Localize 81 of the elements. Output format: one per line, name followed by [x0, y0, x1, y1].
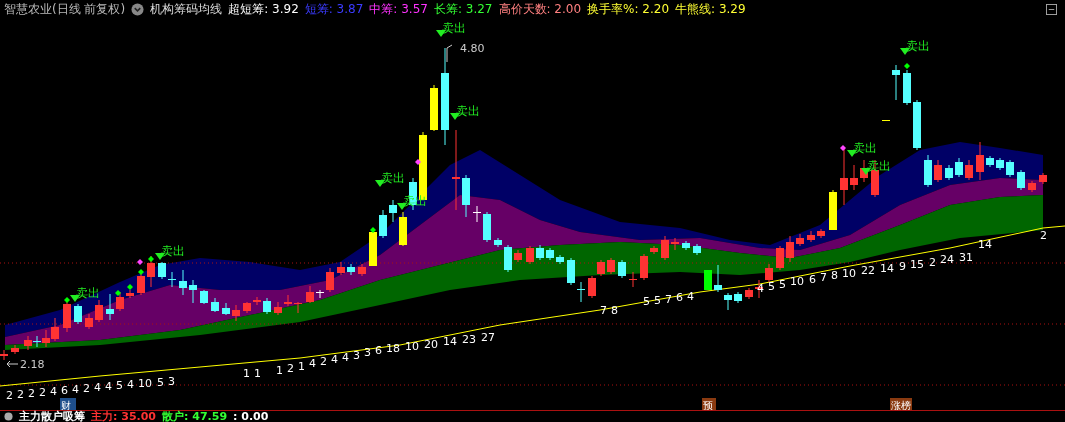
count-label: 27	[481, 331, 495, 344]
event-marker[interactable]: 财	[60, 398, 76, 410]
count-label: 3	[364, 346, 371, 360]
count-label: 31	[959, 251, 973, 265]
stock-title: 智慧农业(日线 前复权)	[4, 1, 126, 18]
count-label: 10	[405, 339, 419, 353]
count-label: 8	[611, 304, 618, 317]
count-label: 5	[116, 379, 123, 392]
count-label: 1	[276, 364, 283, 377]
sell-signal-label: 卖出	[867, 159, 891, 173]
count-label: 18	[386, 342, 400, 355]
indicator-value: 超短筹: 3.92	[228, 1, 299, 18]
count-label: 2	[83, 382, 90, 395]
count-label: 4	[342, 350, 349, 364]
count-label: 6	[61, 384, 68, 397]
event-marker[interactable]: 预	[702, 398, 716, 410]
count-label: 5	[643, 295, 650, 308]
count-label: 6	[375, 344, 382, 358]
count-label: 5	[157, 376, 164, 389]
indicator-value: 换手率%: 2.20	[587, 1, 670, 18]
sell-signal-label: 卖出	[853, 141, 877, 155]
indicator-name: 机构筹码均线	[150, 1, 223, 18]
indicator-value: : 0.00	[233, 411, 269, 422]
count-label: 7	[665, 292, 672, 306]
sell-signal-label: 卖出	[906, 39, 930, 53]
indicator-value: 短筹: 3.87	[304, 1, 364, 18]
sell-signal-label: 卖出	[456, 104, 480, 118]
count-label: 20	[424, 337, 438, 351]
count-label: 4	[94, 381, 101, 394]
count-label: 5	[654, 293, 661, 307]
sell-signal-label: 卖出	[161, 244, 185, 258]
count-label: 23	[462, 333, 476, 347]
sell-signal-label: 卖出	[381, 171, 405, 185]
indicator-value: 中筹: 3.57	[369, 1, 428, 18]
count-label: 7	[600, 304, 607, 317]
count-label: 4	[50, 385, 57, 398]
count-label: 2	[28, 387, 35, 400]
count-label: 10	[790, 275, 804, 289]
count-label: 1	[254, 367, 261, 380]
count-label: 4	[72, 383, 79, 396]
count-label: 15	[910, 257, 924, 271]
count-label: 3	[168, 375, 175, 388]
price-label: 2.18	[20, 358, 45, 371]
count-label: 10	[842, 266, 856, 280]
count-label: 4	[105, 380, 112, 393]
indicator-value: 牛熊线: 3.29	[675, 1, 746, 18]
count-label: 7	[820, 271, 827, 284]
price-label: 4.80	[460, 42, 485, 55]
count-label: 2	[17, 388, 24, 401]
count-label: 24	[940, 253, 954, 267]
sell-signal-label: 卖出	[76, 286, 100, 300]
count-label: 4	[331, 353, 338, 366]
count-label: 3	[353, 348, 360, 362]
count-label: 5	[768, 279, 775, 293]
event-marker[interactable]: 涨榜	[890, 398, 912, 410]
count-label: 4	[687, 290, 694, 304]
count-label: 9	[899, 260, 906, 273]
count-label: 2	[287, 361, 294, 375]
count-label: 2	[1040, 229, 1047, 242]
count-label: 2	[6, 389, 13, 402]
count-label: 14	[880, 262, 894, 276]
indicator-name: 主力散户吸筹	[19, 411, 85, 422]
count-label: 4	[309, 357, 316, 371]
indicator-value: 散户: 47.59	[162, 411, 228, 422]
count-label: 6	[809, 273, 816, 287]
count-label: 2	[39, 386, 46, 399]
count-label: 4	[127, 378, 134, 391]
count-label: 10	[138, 377, 152, 390]
indicator-value: 高价天数: 2.00	[498, 1, 582, 18]
count-label: 14	[443, 335, 457, 349]
indicator-value: 主力: 35.00	[91, 411, 157, 422]
count-label: 2	[320, 355, 327, 369]
count-label: 22	[861, 264, 875, 278]
count-label: 1	[298, 359, 305, 373]
count-label: 1	[243, 367, 250, 380]
count-label: 8	[831, 268, 838, 282]
sell-signal-label: 卖出	[442, 21, 466, 35]
count-label: 2	[929, 255, 936, 269]
count-label: 5	[779, 277, 786, 291]
indicator-value: 长筹: 3.27	[433, 1, 493, 18]
count-label: 14	[978, 238, 992, 251]
